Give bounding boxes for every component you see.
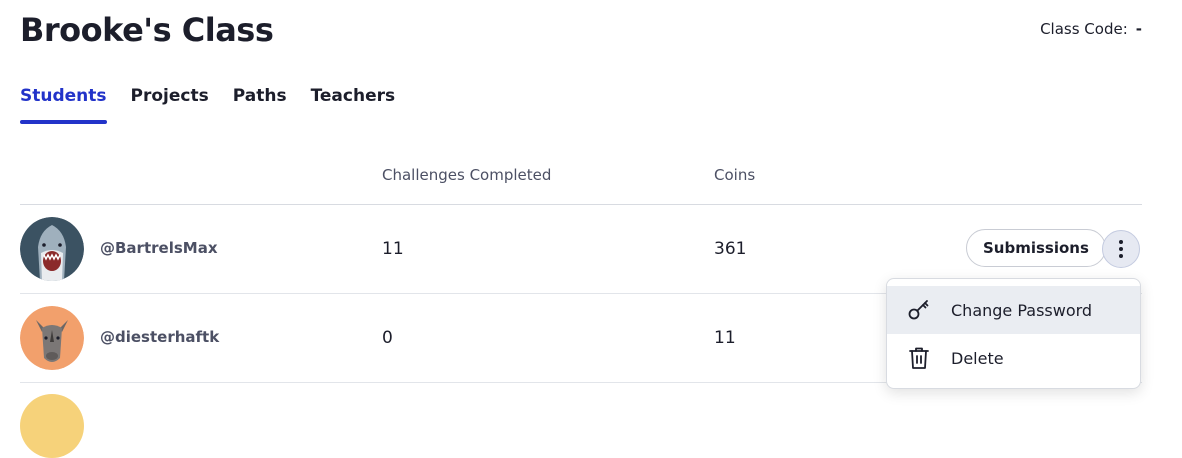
row-actions-menu: Change Password Delete [886, 278, 1141, 389]
delete-menu-item[interactable]: Delete [887, 334, 1140, 382]
key-icon [903, 298, 935, 322]
coins-value: 361 [714, 239, 747, 259]
tab-teachers[interactable]: Teachers [311, 84, 396, 124]
tab-students[interactable]: Students [20, 84, 107, 124]
class-code-label: Class Code: [1040, 20, 1128, 38]
username[interactable]: @diesterhaftk [100, 328, 219, 346]
page-title: Brooke's Class [20, 11, 274, 49]
delete-label: Delete [951, 348, 1004, 368]
change-password-label: Change Password [951, 300, 1093, 320]
username[interactable]: @BartrelsMax [100, 239, 218, 257]
challenges-completed-value: 0 [382, 328, 393, 348]
rhino-icon [20, 306, 84, 370]
table-header: Challenges Completed Coins [20, 160, 1142, 205]
tab-bar: Students Projects Paths Teachers [20, 84, 419, 124]
column-header-challenges: Challenges Completed [382, 166, 552, 184]
coins-value: 11 [714, 328, 736, 348]
tab-paths[interactable]: Paths [233, 84, 287, 124]
trash-icon [903, 346, 935, 370]
column-header-coins: Coins [714, 166, 756, 184]
class-code: Class Code: - [1040, 20, 1142, 38]
kebab-menu-icon[interactable] [1102, 230, 1140, 268]
shark-icon [20, 217, 84, 281]
challenges-completed-value: 11 [382, 239, 404, 259]
avatar [20, 394, 84, 458]
tab-projects[interactable]: Projects [131, 84, 209, 124]
class-code-value: - [1135, 20, 1142, 38]
submissions-button[interactable]: Submissions [966, 229, 1106, 267]
change-password-menu-item[interactable]: Change Password [887, 286, 1140, 334]
